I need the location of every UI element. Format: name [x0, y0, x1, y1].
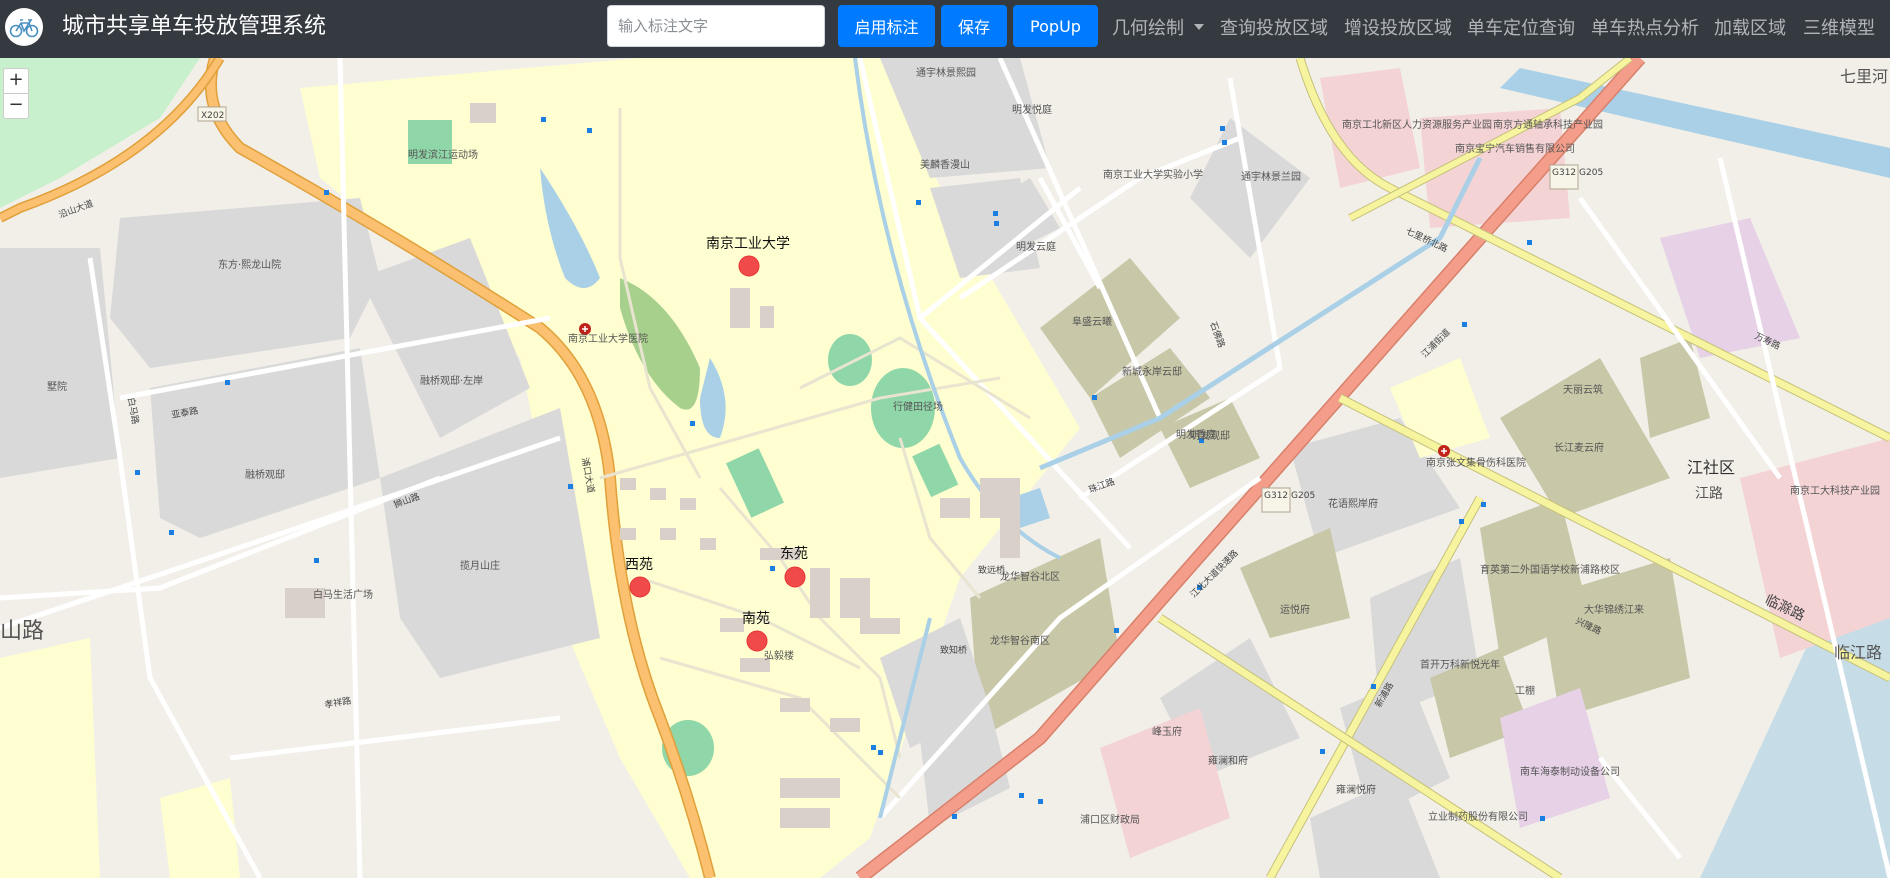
- enable-label-button[interactable]: 启用标注: [838, 5, 935, 47]
- marker-dot[interactable]: [738, 255, 760, 277]
- app-title: 城市共享单车投放管理系统: [62, 14, 327, 39]
- label-text-input[interactable]: [607, 5, 825, 47]
- zoom-in-button[interactable]: +: [4, 69, 28, 93]
- top-navbar: 城市共享单车投放管理系统 启用标注 保存 PopUp 几何绘制 查询投放区域 增…: [0, 0, 1890, 58]
- marker-dongyuan[interactable]: 东苑: [780, 546, 808, 588]
- logo[interactable]: [5, 8, 43, 46]
- zoom-out-button[interactable]: −: [4, 93, 28, 118]
- marker-label: 南苑: [742, 611, 770, 627]
- nav-hotspot-analysis[interactable]: 单车热点分析: [1591, 14, 1699, 40]
- save-button[interactable]: 保存: [941, 5, 1007, 47]
- nav-query-area[interactable]: 查询投放区域: [1220, 14, 1328, 40]
- marker-dot[interactable]: [746, 630, 768, 652]
- marker-nanyuan[interactable]: 南苑: [742, 611, 770, 652]
- nav-bike-locate[interactable]: 单车定位查询: [1467, 14, 1575, 40]
- nav-geometry-draw-label: 几何绘制: [1112, 18, 1184, 39]
- caret-down-icon: [1194, 24, 1204, 30]
- nav-add-area[interactable]: 增设投放区域: [1344, 14, 1452, 40]
- marker-layer: 南京工业大学 东苑 西苑 南苑: [625, 236, 808, 652]
- popup-button[interactable]: PopUp: [1013, 5, 1098, 47]
- marker-dot[interactable]: [784, 566, 806, 588]
- map-view[interactable]: X202 G312 G205 G312 G205 南京工业大学医院 南京张文集骨…: [0, 58, 1890, 878]
- nav-geometry-draw-dropdown[interactable]: 几何绘制: [1112, 14, 1204, 40]
- bicycle-icon: [9, 19, 39, 38]
- marker-njtech[interactable]: 南京工业大学: [706, 236, 790, 277]
- marker-label: 南京工业大学: [706, 236, 790, 252]
- nav-load-area[interactable]: 加载区域: [1714, 14, 1786, 40]
- zoom-control: + −: [3, 68, 29, 119]
- marker-label: 东苑: [780, 546, 808, 562]
- nav-3d-model[interactable]: 三维模型: [1803, 14, 1875, 40]
- marker-xiyuan[interactable]: 西苑: [625, 557, 653, 598]
- marker-label: 西苑: [625, 557, 653, 573]
- marker-dot[interactable]: [629, 576, 651, 598]
